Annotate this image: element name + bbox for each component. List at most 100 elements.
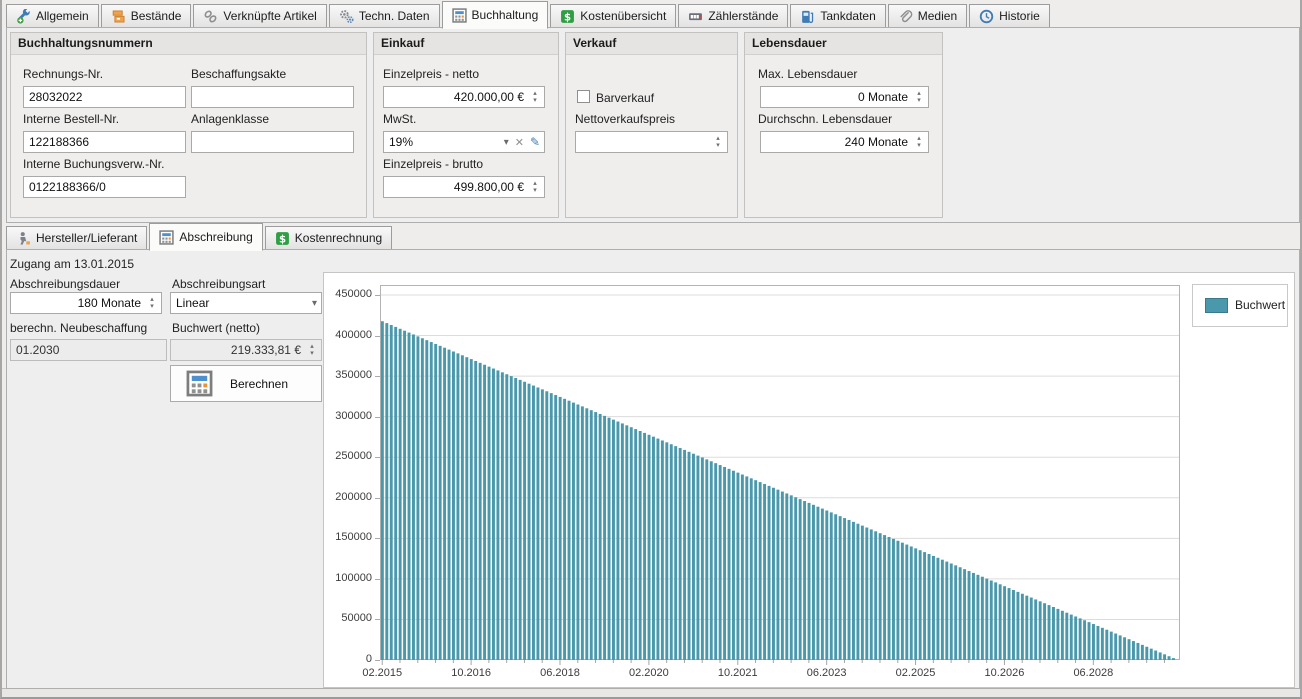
group-title: Lebensdauer [745,33,942,55]
bar-buchwert [950,563,953,660]
bar-buchwert [532,386,535,660]
tab-best-nde[interactable]: Bestände [101,4,192,28]
bar-buchwert [816,507,819,660]
tab-medien[interactable]: Medien [888,4,967,28]
y-axis-label: 250000 [324,450,372,462]
spinner-buttons[interactable]: ▴▾ [145,293,159,313]
bar-buchwert [714,463,717,660]
svg-text:$: $ [564,12,571,23]
interne-buchungsverw-nr-input[interactable] [24,177,185,197]
interne-bestell-nr-field [23,131,186,153]
bar-buchwert [705,459,708,660]
bar-buchwert [1016,592,1019,660]
durchschn-lebensdauer-field: ▴▾ [760,131,929,153]
einzelpreis-brutto-input[interactable] [384,177,544,197]
tab-label: Buchhaltung [472,8,539,22]
plot-border [381,286,1180,660]
bar-buchwert [1079,618,1082,660]
bar-buchwert [585,408,588,660]
bar-buchwert [999,584,1002,660]
y-axis-label: 150000 [324,531,372,543]
edit-pencil-icon[interactable]: ✎ [530,135,540,149]
tab-allgemein[interactable]: Allgemein [6,4,99,28]
abschreibungsart-label: Abschreibungsart [172,277,265,291]
beschaffungsakte-input[interactable] [192,87,353,107]
bar-buchwert [425,340,428,660]
y-axis-label: 0 [324,653,372,665]
tab-kostenrechnung[interactable]: $Kostenrechnung [265,226,392,250]
bar-buchwert [461,355,464,660]
spinner-buttons[interactable]: ▴▾ [912,132,926,152]
history-icon [979,9,994,24]
bar-buchwert [1110,632,1113,660]
x-axis-label: 06.2023 [795,667,859,679]
spinner-buttons[interactable]: ▴▾ [711,132,725,152]
bar-buchwert [665,442,668,660]
bar-buchwert [385,323,388,660]
einzelpreis-netto-input[interactable] [384,87,544,107]
nettoverkaufspreis-input[interactable] [576,132,727,152]
interne-bestell-nr-input[interactable] [24,132,185,152]
tab-verkn-pfte-artikel[interactable]: Verknüpfte Artikel [193,4,326,28]
rechnungs-nr-input[interactable] [24,87,185,107]
bar-buchwert [719,465,722,660]
tab-historie[interactable]: Historie [969,4,1050,28]
clear-icon[interactable]: ✕ [515,136,524,149]
tab-techn-daten[interactable]: Techn. Daten [329,4,440,28]
bar-buchwert [1114,634,1117,661]
bar-buchwert [412,334,415,660]
bar-buchwert [776,490,779,660]
bar-buchwert [621,423,624,660]
tab-abschreibung[interactable]: Abschreibung [149,223,262,251]
anlagenklasse-input[interactable] [192,132,353,152]
tab-buchhaltung[interactable]: Buchhaltung [442,1,549,29]
bar-buchwert [781,492,784,660]
bar-buchwert [483,365,486,660]
bar-buchwert [830,512,833,660]
buchwert-chart: 0500001000001500002000002500003000003500… [323,272,1295,688]
spinner-buttons[interactable]: ▴▾ [528,177,542,197]
tab-hersteller-lieferant[interactable]: Hersteller/Lieferant [6,226,147,250]
bar-buchwert [612,420,615,660]
spinner-buttons[interactable]: ▴▾ [528,87,542,107]
bar-buchwert [812,505,815,660]
bar-buchwert [968,571,971,660]
bar-buchwert [701,457,704,660]
durchschn-lebensdauer-input[interactable] [761,132,928,152]
tab-label: Allgemein [36,9,89,23]
spinner-buttons[interactable]: ▴▾ [912,87,926,107]
abschreibungsart-input[interactable] [171,293,321,313]
bar-buchwert [723,467,726,660]
bar-buchwert [1056,609,1059,660]
tab-label: Bestände [131,9,182,23]
link-icon [203,9,218,24]
tab-kosten-bersicht[interactable]: $Kostenübersicht [550,4,676,28]
tab-tankdaten[interactable]: Tankdaten [790,4,885,28]
barverkauf-checkbox[interactable] [577,90,590,103]
interne-buchungsverw-nr-field [23,176,186,198]
bar-buchwert [914,548,917,660]
wrench-plus-icon [16,9,31,24]
tab-label: Hersteller/Lieferant [36,231,137,245]
buchwert-input [171,340,321,360]
bar-buchwert [896,541,899,660]
max-lebensdauer-input[interactable] [761,87,928,107]
tab-z-hlerst-nde[interactable]: Zählerstände [678,4,788,28]
bar-buchwert [634,429,637,660]
bar-buchwert [679,448,682,660]
bar-buchwert [790,495,793,660]
buchwert-label: Buchwert (netto) [172,321,260,335]
bar-buchwert [568,401,571,660]
dropdown-arrow-icon[interactable]: ▾ [504,137,509,148]
bar-buchwert [888,537,891,660]
dropdown-arrow-icon[interactable]: ▾ [312,298,317,309]
bar-buchwert [963,569,966,660]
bar-buchwert [656,439,659,660]
calculator-icon [452,8,467,23]
bar-buchwert [639,431,642,660]
abschreibungsdauer-input[interactable] [11,293,161,313]
bar-buchwert [630,427,633,660]
person-icon [16,231,31,246]
berechnen-button[interactable]: Berechnen [170,365,322,402]
einzelpreis-brutto-label: Einzelpreis - brutto [383,157,483,171]
